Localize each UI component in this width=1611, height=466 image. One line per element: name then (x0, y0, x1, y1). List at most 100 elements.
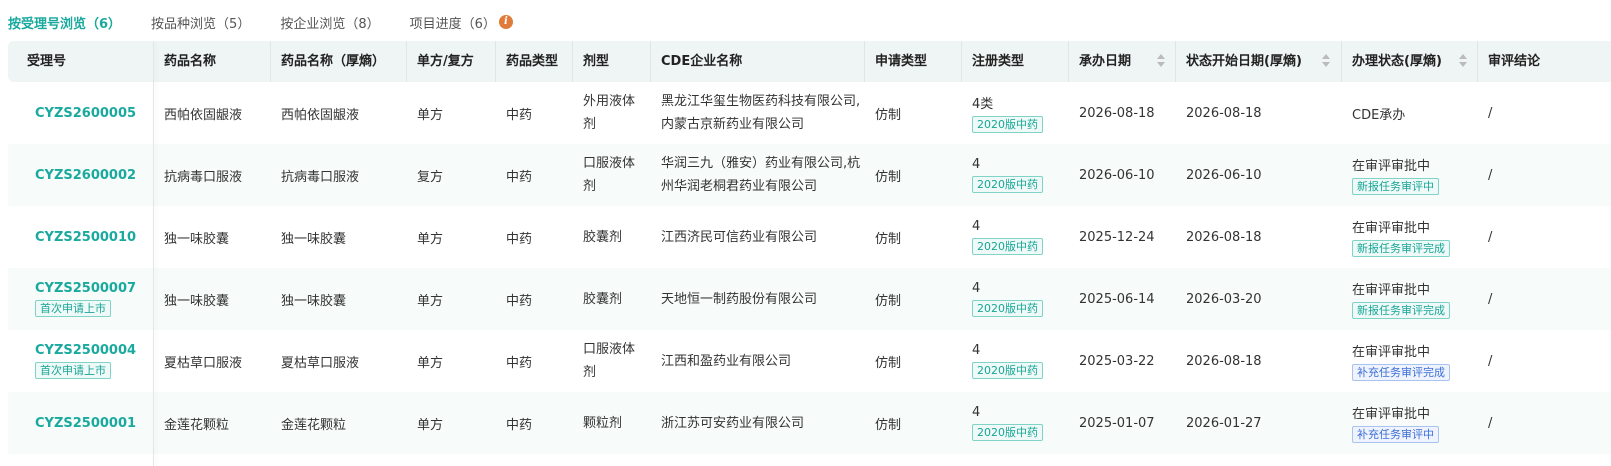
task-status-badge: 新报任务审评完成 (1352, 240, 1450, 257)
table-row[interactable]: CYZS2500001 金莲花颗粒 金莲花颗粒 单方 中药 颗粒剂 浙江苏可安药业有限公司 仿… (8, 392, 1611, 454)
col-header-formula: 单方/复方 (417, 54, 474, 69)
dosage-form-line: 剂 (583, 117, 597, 132)
acceptance-number-link[interactable]: CYZS2600005 (35, 106, 153, 121)
company-line: 黑龙江华玺生物医药科技有限公司, (661, 94, 861, 109)
cell-conclusion: / (1477, 392, 1611, 454)
acceptance-number-link[interactable]: CYZS2500007 (35, 281, 153, 296)
drug-name-hs: 独一味胶囊 (281, 231, 347, 247)
drug-type-value: 中药 (506, 355, 533, 371)
sort-icon[interactable] (1157, 54, 1165, 68)
handling-status: 在审评审批中 (1352, 221, 1431, 236)
cell-drug-name-hs: 抗病毒口服液 (270, 144, 406, 206)
cell-accept-date: 2026-08-18 (1068, 82, 1175, 144)
drug-name-hs: 金莲花颗粒 (281, 417, 347, 433)
tab-by-acceptance[interactable]: 按受理号浏览（6） (8, 13, 121, 32)
reg-version-badge: 2020版中药 (972, 300, 1043, 317)
cell-formula: 单方 (406, 206, 495, 268)
acceptance-number-link[interactable]: CYZS2500004 (35, 343, 153, 358)
cell-company: 江西济民可信药业有限公司 (650, 206, 864, 268)
cell-drug-name: 独一味胶囊 (153, 206, 270, 268)
sort-icon[interactable] (1459, 54, 1467, 68)
col-header-company: CDE企业名称 (661, 54, 743, 69)
reg-version-badge: 2020版中药 (972, 362, 1043, 379)
cell-drug-name: 西帕依固龈液 (153, 82, 270, 144)
view-tabs: 按受理号浏览（6） 按品种浏览（5） 按企业浏览（8） 项目进度（6） i (8, 10, 543, 34)
sort-icon[interactable] (1322, 54, 1330, 68)
acceptance-number-link[interactable]: CYZS2600002 (35, 168, 153, 183)
table-row[interactable]: CYZS2600002 抗病毒口服液 抗病毒口服液 复方 中药 口服液体剂华润三九（雅安）… (8, 144, 1611, 206)
reg-type-value: 4 (972, 405, 981, 420)
cell-acceptance-number: CYZS2500010 (16, 206, 153, 268)
handling-status: 在审评审批中 (1352, 407, 1431, 422)
dosage-form-line: 颗粒剂 (583, 415, 623, 431)
tab-by-company[interactable]: 按企业浏览（8） (280, 13, 379, 32)
company-line: 华润三九（雅安）药业有限公司,杭 (661, 156, 861, 171)
cell-handling-status: 在审评审批中新报任务审评完成 (1341, 268, 1477, 330)
dosage-form-line: 胶囊剂 (583, 291, 623, 307)
cell-drug-name-hs: 夏枯草口服液 (270, 330, 406, 392)
cell-conclusion: / (1477, 144, 1611, 206)
apply-type-value: 仿制 (875, 231, 902, 247)
cell-handling-status: 在审评审批中新报任务审评完成 (1341, 206, 1477, 268)
cell-reg-type: 4 2020版中药 (961, 268, 1068, 330)
tab-project-progress[interactable]: 项目进度（6） i (410, 13, 513, 32)
apply-type-value: 仿制 (875, 107, 902, 123)
col-header-handling-status[interactable]: 办理状态(厚熵) (1341, 41, 1442, 82)
table-row[interactable]: CYZS2500010 独一味胶囊 独一味胶囊 单方 中药 胶囊剂 江西济民可信药业有限公司… (8, 206, 1611, 268)
cell-drug-type: 中药 (495, 144, 572, 206)
cell-apply-type: 仿制 (864, 144, 961, 206)
acceptance-number-link[interactable]: CYZS2500010 (35, 230, 153, 245)
col-header-accept-date[interactable]: 承办日期 (1068, 41, 1131, 82)
col-header-dosage-form: 剂型 (583, 54, 610, 69)
table-header: 受理号 药品名称 药品名称（厚熵） 单方/复方 药品类型 剂型 CDE企业名称 … (8, 41, 1611, 82)
col-header-drug-name-hs: 药品名称（厚熵） (281, 54, 386, 69)
cell-apply-type: 仿制 (864, 392, 961, 454)
cell-drug-name: 夏枯草口服液 (153, 330, 270, 392)
table-row[interactable]: CYZS2500004 首次申请上市 夏枯草口服液 夏枯草口服液 单方 中药 口服液体剂江西… (8, 330, 1611, 392)
cell-formula: 复方 (406, 144, 495, 206)
tab-label: 按受理号浏览（6） (8, 16, 122, 32)
formula-value: 单方 (417, 231, 444, 247)
reg-version-badge: 2020版中药 (972, 116, 1043, 133)
cell-reg-type: 4 2020版中药 (961, 144, 1068, 206)
handling-status: 在审评审批中 (1352, 345, 1431, 360)
cell-accept-date: 2025-01-07 (1068, 392, 1175, 454)
cell-company: 天地恒一制药股份有限公司 (650, 268, 864, 330)
col-header-status-start-date[interactable]: 状态开始日期(厚熵) (1175, 41, 1302, 82)
cell-dosage-form: 胶囊剂 (572, 268, 650, 330)
dosage-form-line: 剂 (583, 365, 597, 380)
tab-by-variety[interactable]: 按品种浏览（5） (151, 13, 250, 32)
drug-name-hs: 西帕依固龈液 (281, 107, 360, 123)
table-row[interactable]: CYZS2600005 西帕依固龈液 西帕依固龈液 单方 中药 外用液体剂黑龙江华玺生物医… (8, 82, 1611, 144)
status-start-date: 2026-06-10 (1186, 167, 1262, 183)
cell-handling-status: 在审评审批中 补充任务审评完成 (1341, 330, 1477, 392)
acceptance-number-link[interactable]: CYZS2500001 (35, 416, 153, 431)
cell-apply-type: 仿制 (864, 206, 961, 268)
cell-dosage-form: 胶囊剂 (572, 206, 650, 268)
table-row[interactable]: CYZS2500007 首次申请上市 独一味胶囊 独一味胶囊 单方 中药 胶囊剂 天地恒一制药… (8, 268, 1611, 330)
task-status-badge: 新报任务审评中 (1352, 178, 1439, 195)
tab-label: 按企业浏览（8） (280, 16, 380, 32)
task-status-badge: 新报任务审评完成 (1352, 302, 1450, 319)
apply-type-value: 仿制 (875, 293, 902, 309)
cell-drug-name: 金莲花颗粒 (153, 392, 270, 454)
cell-dosage-form: 口服液体剂 (572, 330, 650, 392)
drug-name-hs: 独一味胶囊 (281, 293, 347, 309)
handling-status: 在审评审批中 (1352, 283, 1431, 298)
cell-conclusion: / (1477, 268, 1611, 330)
conclusion-value: / (1488, 353, 1493, 369)
drug-type-value: 中药 (506, 417, 533, 433)
cell-status-start-date: 2026-06-10 (1175, 144, 1341, 206)
col-header-conclusion: 审评结论 (1488, 54, 1541, 69)
cell-dosage-form: 颗粒剂 (572, 392, 650, 454)
formula-value: 单方 (417, 107, 444, 123)
cell-reg-type: 4 2020版中药 (961, 392, 1068, 454)
cell-company: 黑龙江华玺生物医药科技有限公司, 内蒙古京新药业有限公司 (650, 82, 864, 144)
cell-company: 浙江苏可安药业有限公司 (650, 392, 864, 454)
formula-value: 单方 (417, 417, 444, 433)
col-header-apply-type: 申请类型 (875, 54, 928, 69)
info-icon[interactable]: i (498, 15, 513, 29)
dosage-form-line: 口服液体 (583, 342, 636, 357)
cell-acceptance-number: CYZS2500007 首次申请上市 (16, 268, 153, 330)
drug-name-hs: 夏枯草口服液 (281, 355, 360, 371)
